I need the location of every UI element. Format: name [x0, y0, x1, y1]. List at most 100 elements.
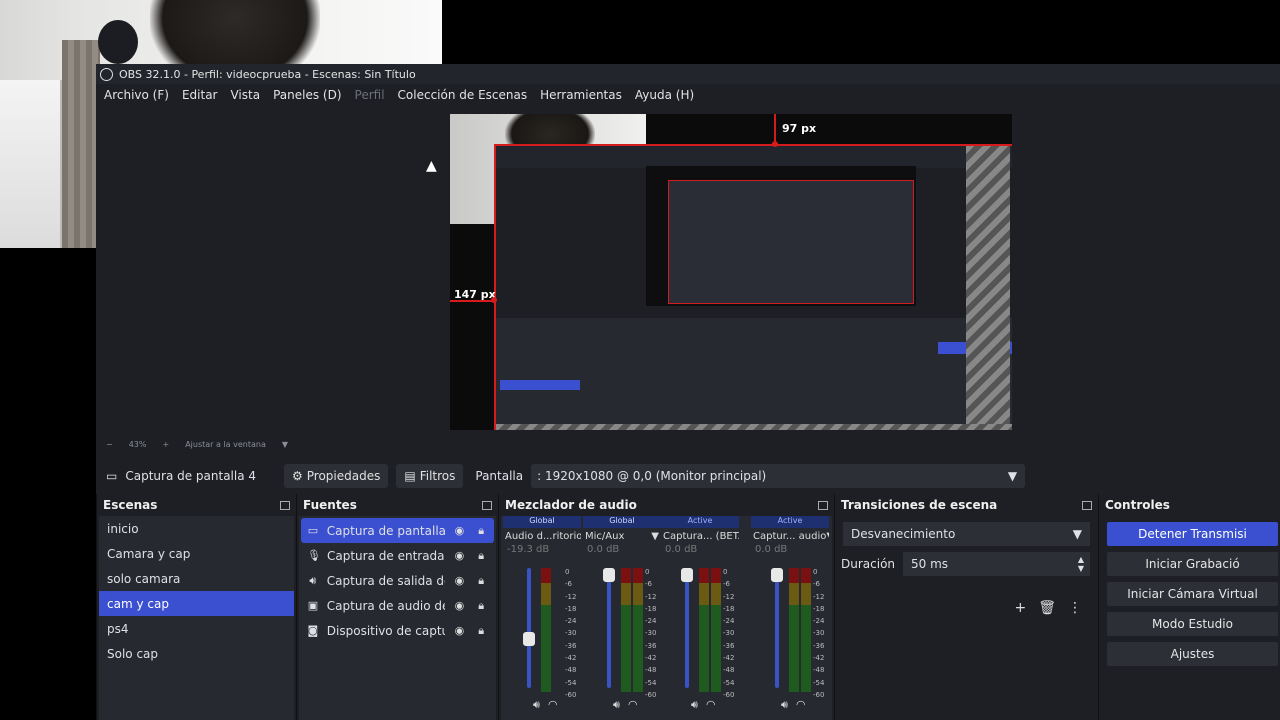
volume-fader-knob[interactable]	[681, 568, 693, 582]
resize-handle-left[interactable]	[491, 297, 497, 303]
sources-dock-header: Fuentes	[297, 494, 498, 516]
scene-item[interactable]: ps4	[99, 616, 294, 641]
stop-streaming-button[interactable]: Detener Transmisi	[1107, 522, 1278, 546]
controls-dock: Controles Detener Transmisi Iniciar Grab…	[1098, 494, 1280, 720]
duration-value: 50 ms	[911, 557, 949, 571]
volume-fader-track[interactable]	[685, 568, 689, 688]
volume-fader-knob[interactable]	[523, 631, 535, 646]
lock-icon[interactable]: 🔒︎	[474, 524, 488, 538]
volume-icon[interactable]: 🔊︎	[781, 698, 788, 712]
meter-ticks: 0 -6 -12 -18 -24 -30 -36 -42 -48 -54 -60	[723, 568, 735, 699]
channel-badge: Active	[661, 516, 739, 528]
dock-float-icon[interactable]	[1082, 500, 1092, 510]
volume-fader-track[interactable]	[607, 568, 611, 688]
lock-icon[interactable]: 🔒︎	[474, 624, 488, 638]
webcam-headphones	[98, 20, 138, 64]
preview-area[interactable]: ▲ 97 px 147 px	[96, 106, 1280, 438]
audio-mixer-dock: Mezclador de audio Global Audio d...rito…	[498, 494, 834, 720]
menu-editar[interactable]: Editar	[182, 88, 218, 102]
headphone-monitor-icon[interactable]: ◠	[548, 698, 558, 712]
start-virtual-camera-button[interactable]: Iniciar Cámara Virtual	[1107, 582, 1278, 606]
eye-icon[interactable]: ◉	[453, 599, 467, 612]
chevron-down-icon[interactable]: ▼	[282, 440, 288, 449]
channel-name-row[interactable]: Audio d...ritorio▼	[503, 528, 581, 544]
gear-icon: ⚙	[292, 469, 303, 483]
sources-list: ▭ Captura de pantalla 4 ◉ 🔒︎ 🎙︎ Captura …	[299, 516, 496, 720]
lock-icon[interactable]: 🔒︎	[474, 599, 488, 613]
volume-fader-knob[interactable]	[603, 568, 615, 582]
source-item[interactable]: 🎙︎ Captura de entrada aud ◉ 🔒︎	[301, 543, 494, 568]
add-icon[interactable]: +	[1014, 600, 1026, 616]
zoom-out-icon[interactable]: −	[106, 440, 113, 449]
source-item[interactable]: ▭ Captura de pantalla 4 ◉ 🔒︎	[301, 518, 494, 543]
start-recording-button[interactable]: Iniciar Grabació	[1107, 552, 1278, 576]
eye-icon[interactable]: ◉	[453, 624, 467, 637]
scene-item[interactable]: inicio	[99, 516, 294, 541]
channel-name: Mic/Aux	[585, 530, 625, 542]
headphone-monitor-icon[interactable]: ◠	[628, 698, 638, 712]
transition-type-select[interactable]: Desvanecimiento ▼	[843, 522, 1090, 546]
volume-fader-track[interactable]	[527, 568, 531, 688]
filters-button[interactable]: ▤ Filtros	[396, 464, 464, 488]
channel-name-row[interactable]: Mic/Aux ▼	[583, 528, 661, 544]
studio-mode-button[interactable]: Modo Estudio	[1107, 612, 1278, 636]
zoom-level: 43%	[128, 439, 147, 449]
menu-vista[interactable]: Vista	[230, 88, 260, 102]
channel-db: 0.0 dB	[665, 544, 698, 555]
scene-item-selected[interactable]: cam y cap	[99, 591, 294, 616]
webcam-fridge	[0, 80, 62, 248]
scene-item[interactable]: Camara y cap	[99, 541, 294, 566]
settings-button[interactable]: Ajustes	[1107, 642, 1278, 666]
dock-float-icon[interactable]	[482, 500, 492, 510]
guide-left-label: 147 px	[454, 288, 496, 301]
controls-dock-header: Controles	[1099, 494, 1280, 516]
lock-icon[interactable]: 🔒︎	[474, 574, 488, 588]
volume-fader-track[interactable]	[775, 568, 779, 688]
menu-coleccion-escenas[interactable]: Colección de Escenas	[398, 88, 528, 102]
nested-obs-titlebar	[496, 146, 1012, 168]
controls-title: Controles	[1105, 498, 1170, 512]
menu-perfil[interactable]: Perfil	[355, 88, 385, 102]
level-meter-right	[801, 568, 811, 692]
transitions-body: Desvanecimiento ▼ Duración 50 ms ▲ ▼ + 🗑︎…	[837, 516, 1096, 720]
fit-window-label[interactable]: Ajustar a la ventana	[185, 440, 266, 449]
menu-paneles[interactable]: Paneles (D)	[273, 88, 341, 102]
volume-icon[interactable]: 🔊︎	[691, 698, 698, 712]
scene-item[interactable]: solo camara	[99, 566, 294, 591]
display-select[interactable]: : 1920x1080 @ 0,0 (Monitor principal) ▼	[531, 464, 1026, 488]
trash-icon[interactable]: 🗑︎	[1038, 600, 1056, 616]
source-item[interactable]: 🔊︎ Captura de salida de au ◉ 🔒︎	[301, 568, 494, 593]
volume-icon[interactable]: 🔊︎	[533, 698, 540, 712]
menu-archivo[interactable]: Archivo (F)	[104, 88, 169, 102]
spin-arrows-icon[interactable]: ▲ ▼	[1078, 555, 1084, 573]
eye-icon[interactable]: ◉	[453, 524, 467, 537]
scene-item[interactable]: Solo cap	[99, 641, 294, 666]
dock-float-icon[interactable]	[818, 500, 828, 510]
volume-icon[interactable]: 🔊︎	[613, 698, 620, 712]
headphone-monitor-icon[interactable]: ◠	[706, 698, 716, 712]
menu-ayuda[interactable]: Ayuda (H)	[635, 88, 694, 102]
mixer-channels: Global Audio d...ritorio▼ -19.3 dB 0-6-1…	[501, 516, 832, 720]
source-item[interactable]: ▣ Captura de audio de apl ◉ 🔒︎	[301, 593, 494, 618]
dock-float-icon[interactable]	[280, 500, 290, 510]
eye-icon[interactable]: ◉	[453, 549, 467, 562]
lock-icon[interactable]: 🔒︎	[474, 549, 488, 563]
headphone-monitor-icon[interactable]: ◠	[796, 698, 806, 712]
mixer-title: Mezclador de audio	[505, 498, 637, 512]
zoom-in-icon[interactable]: +	[162, 440, 169, 449]
channel-name-row[interactable]: Captur... audio▼	[751, 528, 829, 544]
resize-handle-top[interactable]	[772, 141, 778, 147]
duration-input[interactable]: 50 ms ▲ ▼	[903, 552, 1090, 576]
properties-button[interactable]: ⚙ Propiedades	[284, 464, 389, 488]
channel-name-row[interactable]: Captura... (BETA)▼	[661, 528, 739, 544]
more-options-icon[interactable]: ⋮	[1068, 600, 1082, 616]
preview-canvas[interactable]: 97 px 147 px	[450, 114, 1012, 430]
volume-fader-knob[interactable]	[771, 568, 783, 582]
screen-capture-source[interactable]	[494, 144, 1012, 430]
chevron-down-icon: ▼	[1007, 469, 1018, 483]
source-item[interactable]: ◙ Dispositivo de captura c ◉ 🔒︎	[301, 618, 494, 643]
level-meter-left	[699, 568, 709, 692]
controls-body: Detener Transmisi Iniciar Grabació Inici…	[1101, 516, 1278, 720]
menu-herramientas[interactable]: Herramientas	[540, 88, 622, 102]
eye-icon[interactable]: ◉	[453, 574, 467, 587]
